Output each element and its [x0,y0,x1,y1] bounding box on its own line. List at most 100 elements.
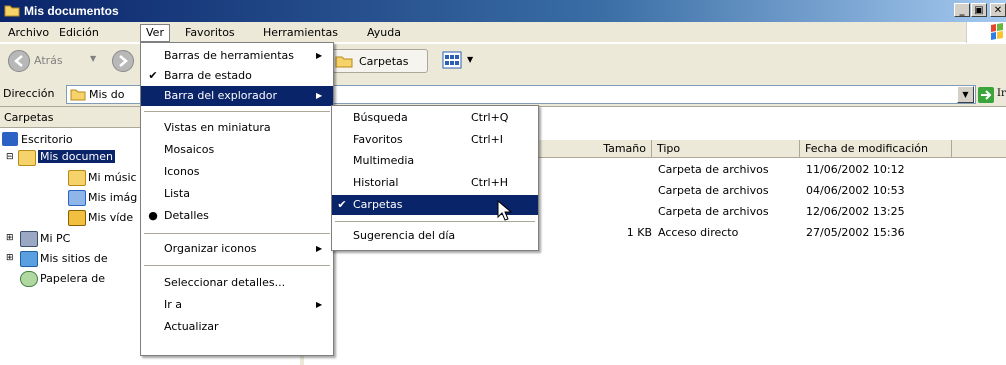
cell-type: Acceso directo [658,226,739,239]
menu-item-choose-details[interactable]: Seleccionar detalles... [141,273,333,293]
music-folder-icon [68,170,86,186]
column-date[interactable]: Fecha de modificación [800,140,952,158]
collapse-icon[interactable]: ⊟ [6,152,14,162]
pictures-folder-icon [68,190,86,206]
views-button[interactable]: ▼ [438,49,480,73]
checkmark-icon: ✔ [148,69,158,82]
folders-pane-title: Carpetas [4,111,54,124]
menu-item-list[interactable]: Lista [141,184,333,204]
menu-item-label: Iconos [164,165,200,178]
menu-ver[interactable]: Ver [140,24,170,42]
checkmark-icon: ✔ [337,198,347,211]
menu-item-label: Organizar iconos [164,242,257,255]
cell-type: Carpeta de archivos [658,163,769,176]
address-label: Dirección [3,87,55,100]
menu-item-go-to[interactable]: Ir a ▶ [141,295,333,315]
tree-label: Mi PC [40,232,71,245]
menu-item-label: Mosaicos [164,143,215,156]
maximize-button[interactable]: ▣ [971,3,987,17]
go-arrow-icon [978,87,994,103]
submenu-arrow-icon: ▶ [316,51,323,60]
tree-label: Mis documen [38,150,115,163]
mouse-cursor-icon [497,200,513,221]
tree-label: Papelera de [40,272,105,285]
folders-button[interactable]: Carpetas [318,49,428,73]
minimize-button[interactable]: _ [954,3,970,17]
submenu-arrow-icon: ▶ [316,300,323,309]
menu-separator [144,265,330,266]
menu-item-explorer-bar[interactable]: Barra del explorador ▶ [141,86,333,106]
tree-label: Mis sitios de [40,252,108,265]
expand-icon[interactable]: ⊞ [6,253,14,263]
cell-date: 11/06/2002 10:12 [806,163,905,176]
forward-button[interactable] [112,50,134,72]
back-button[interactable] [8,50,30,72]
address-value: Mis do [89,88,125,101]
desktop-icon [2,132,18,146]
menu-item-label: Detalles [164,209,209,222]
menu-item-label: Seleccionar detalles... [164,276,286,289]
menu-ayuda[interactable]: Ayuda [362,25,406,41]
submenu-item-search[interactable]: Búsqueda Ctrl+Q [332,108,538,128]
menu-item-thumbnails[interactable]: Vistas en miniatura [141,118,333,138]
menu-item-shortcut: Ctrl+H [471,176,509,189]
table-row[interactable]: Carpeta de archivos 11/06/2002 10:12 [538,163,1006,179]
menu-item-details[interactable]: ● Detalles [141,206,333,226]
table-row[interactable]: Carpeta de archivos 12/06/2002 13:25 [538,205,1006,221]
folder-icon [335,56,353,68]
submenu-item-history[interactable]: Historial Ctrl+H [332,173,538,193]
menu-item-label: Barra de estado [164,69,252,82]
expand-icon[interactable]: ⊞ [6,233,14,243]
submenu-item-media[interactable]: Multimedia [332,151,538,171]
go-button[interactable]: Ir [978,86,1006,104]
menu-edicion[interactable]: Edición [54,25,104,41]
submenu-arrow-icon: ▶ [316,91,323,100]
title-bar[interactable]: Mis documentos [0,0,1006,22]
folder-icon [70,89,86,101]
explorer-bar-submenu: Búsqueda Ctrl+Q Favoritos Ctrl+I Multime… [331,105,539,251]
close-button[interactable]: ✕ [990,3,1006,17]
menu-item-label: Actualizar [164,320,219,333]
menu-item-label: Multimedia [353,154,415,167]
window-title: Mis documentos [24,4,119,18]
back-dropdown-icon[interactable]: ▼ [90,54,96,63]
menu-bar: Archivo Edición Ver Favoritos Herramient… [0,22,1006,43]
menu-separator [144,111,330,112]
table-row[interactable]: Carpeta de archivos 04/06/2002 10:53 [538,184,1006,200]
menu-item-toolbars[interactable]: Barras de herramientas ▶ [141,46,333,66]
menu-item-icons[interactable]: Iconos [141,162,333,182]
column-size[interactable]: Tamaño [538,140,652,158]
views-icon [442,51,462,69]
cell-date: 12/06/2002 13:25 [806,205,905,218]
menu-item-refresh[interactable]: Actualizar [141,317,333,337]
table-row[interactable]: 1 KB Acceso directo 27/05/2002 15:36 [538,226,1006,242]
cell-type: Carpeta de archivos [658,205,769,218]
network-icon [20,251,38,267]
menu-item-label: Favoritos [353,133,403,146]
tree-label: Mis imág [88,191,138,204]
menu-herramientas[interactable]: Herramientas [258,25,343,41]
windows-logo-icon [966,22,1006,44]
folder-icon [4,3,20,17]
menu-item-shortcut: Ctrl+I [471,133,504,146]
cell-size: 1 KB [626,226,652,239]
submenu-item-favorites[interactable]: Favoritos Ctrl+I [332,130,538,150]
cell-date: 27/05/2002 15:36 [806,226,905,239]
menu-item-label: Barras de herramientas [164,49,294,62]
submenu-item-tip-of-day[interactable]: Sugerencia del día [332,226,538,246]
menu-item-tiles[interactable]: Mosaicos [141,140,333,160]
menu-archivo[interactable]: Archivo [3,25,54,41]
address-dropdown-button[interactable]: ▼ [957,86,974,103]
submenu-arrow-icon: ▶ [316,244,323,253]
menu-separator [144,233,330,234]
menu-favoritos[interactable]: Favoritos [180,25,240,41]
tree-label: Escritorio [21,133,73,146]
cell-type: Carpeta de archivos [658,184,769,197]
column-type[interactable]: Tipo [652,140,800,158]
menu-item-label: Historial [353,176,399,189]
ver-menu: Barras de herramientas ▶ ✔ Barra de esta… [140,42,334,356]
cell-date: 04/06/2002 10:53 [806,184,905,197]
menu-item-status-bar[interactable]: ✔ Barra de estado [141,66,333,86]
menu-item-arrange-icons[interactable]: Organizar iconos ▶ [141,239,333,259]
folder-icon [18,150,36,166]
